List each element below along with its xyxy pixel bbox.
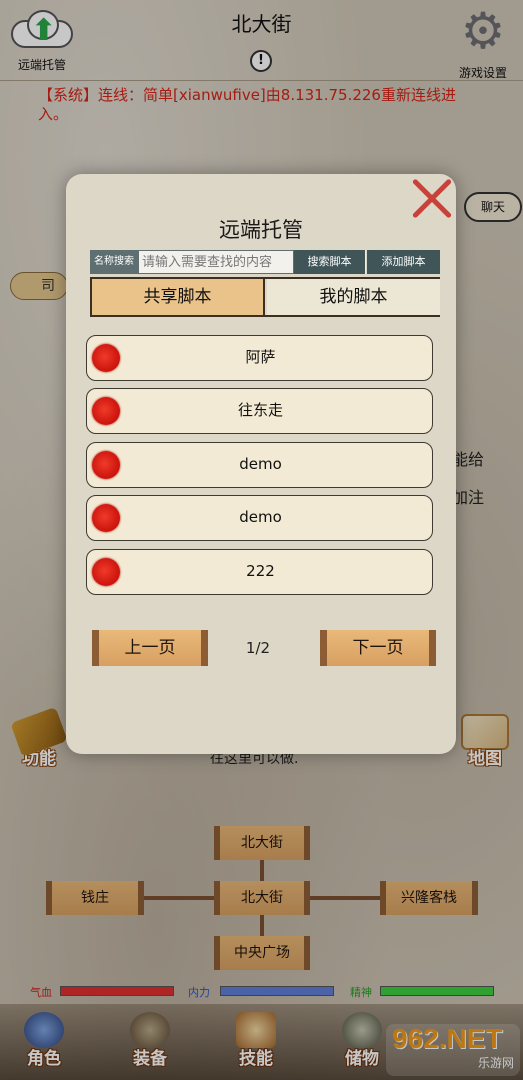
search-script-button[interactable]: 搜索脚本 <box>294 250 366 274</box>
tab-shared-scripts[interactable]: 共享脚本 <box>92 279 265 315</box>
script-list-item[interactable]: 往东走 <box>86 388 433 434</box>
script-name: 往东走 <box>237 401 283 419</box>
remote-hosting-dialog: 远端托管 名称搜索 搜索脚本 添加脚本 共享脚本 我的脚本 阿萨 往东走 dem… <box>66 174 456 754</box>
script-name: 阿萨 <box>245 348 276 366</box>
script-list-item[interactable]: demo <box>86 442 433 488</box>
script-list-item[interactable]: demo <box>86 495 433 541</box>
script-list-item[interactable]: 222 <box>86 549 433 595</box>
add-script-button[interactable]: 添加脚本 <box>367 250 440 274</box>
prev-page-button[interactable]: 上一页 <box>92 630 208 666</box>
search-bar: 名称搜索 搜索脚本 添加脚本 <box>90 250 440 274</box>
search-type-label: 名称搜索 <box>90 250 138 274</box>
next-page-button[interactable]: 下一页 <box>320 630 436 666</box>
page-indicator: 1/2 <box>245 639 271 657</box>
script-name: demo <box>239 508 282 526</box>
script-name: 222 <box>246 562 275 580</box>
script-list-item[interactable]: 阿萨 <box>86 335 433 381</box>
dialog-title: 远端托管 <box>219 218 303 242</box>
tab-my-scripts[interactable]: 我的脚本 <box>267 279 440 315</box>
script-name: demo <box>239 455 282 473</box>
script-tabs: 共享脚本 我的脚本 <box>90 277 440 317</box>
search-input[interactable] <box>138 250 294 274</box>
